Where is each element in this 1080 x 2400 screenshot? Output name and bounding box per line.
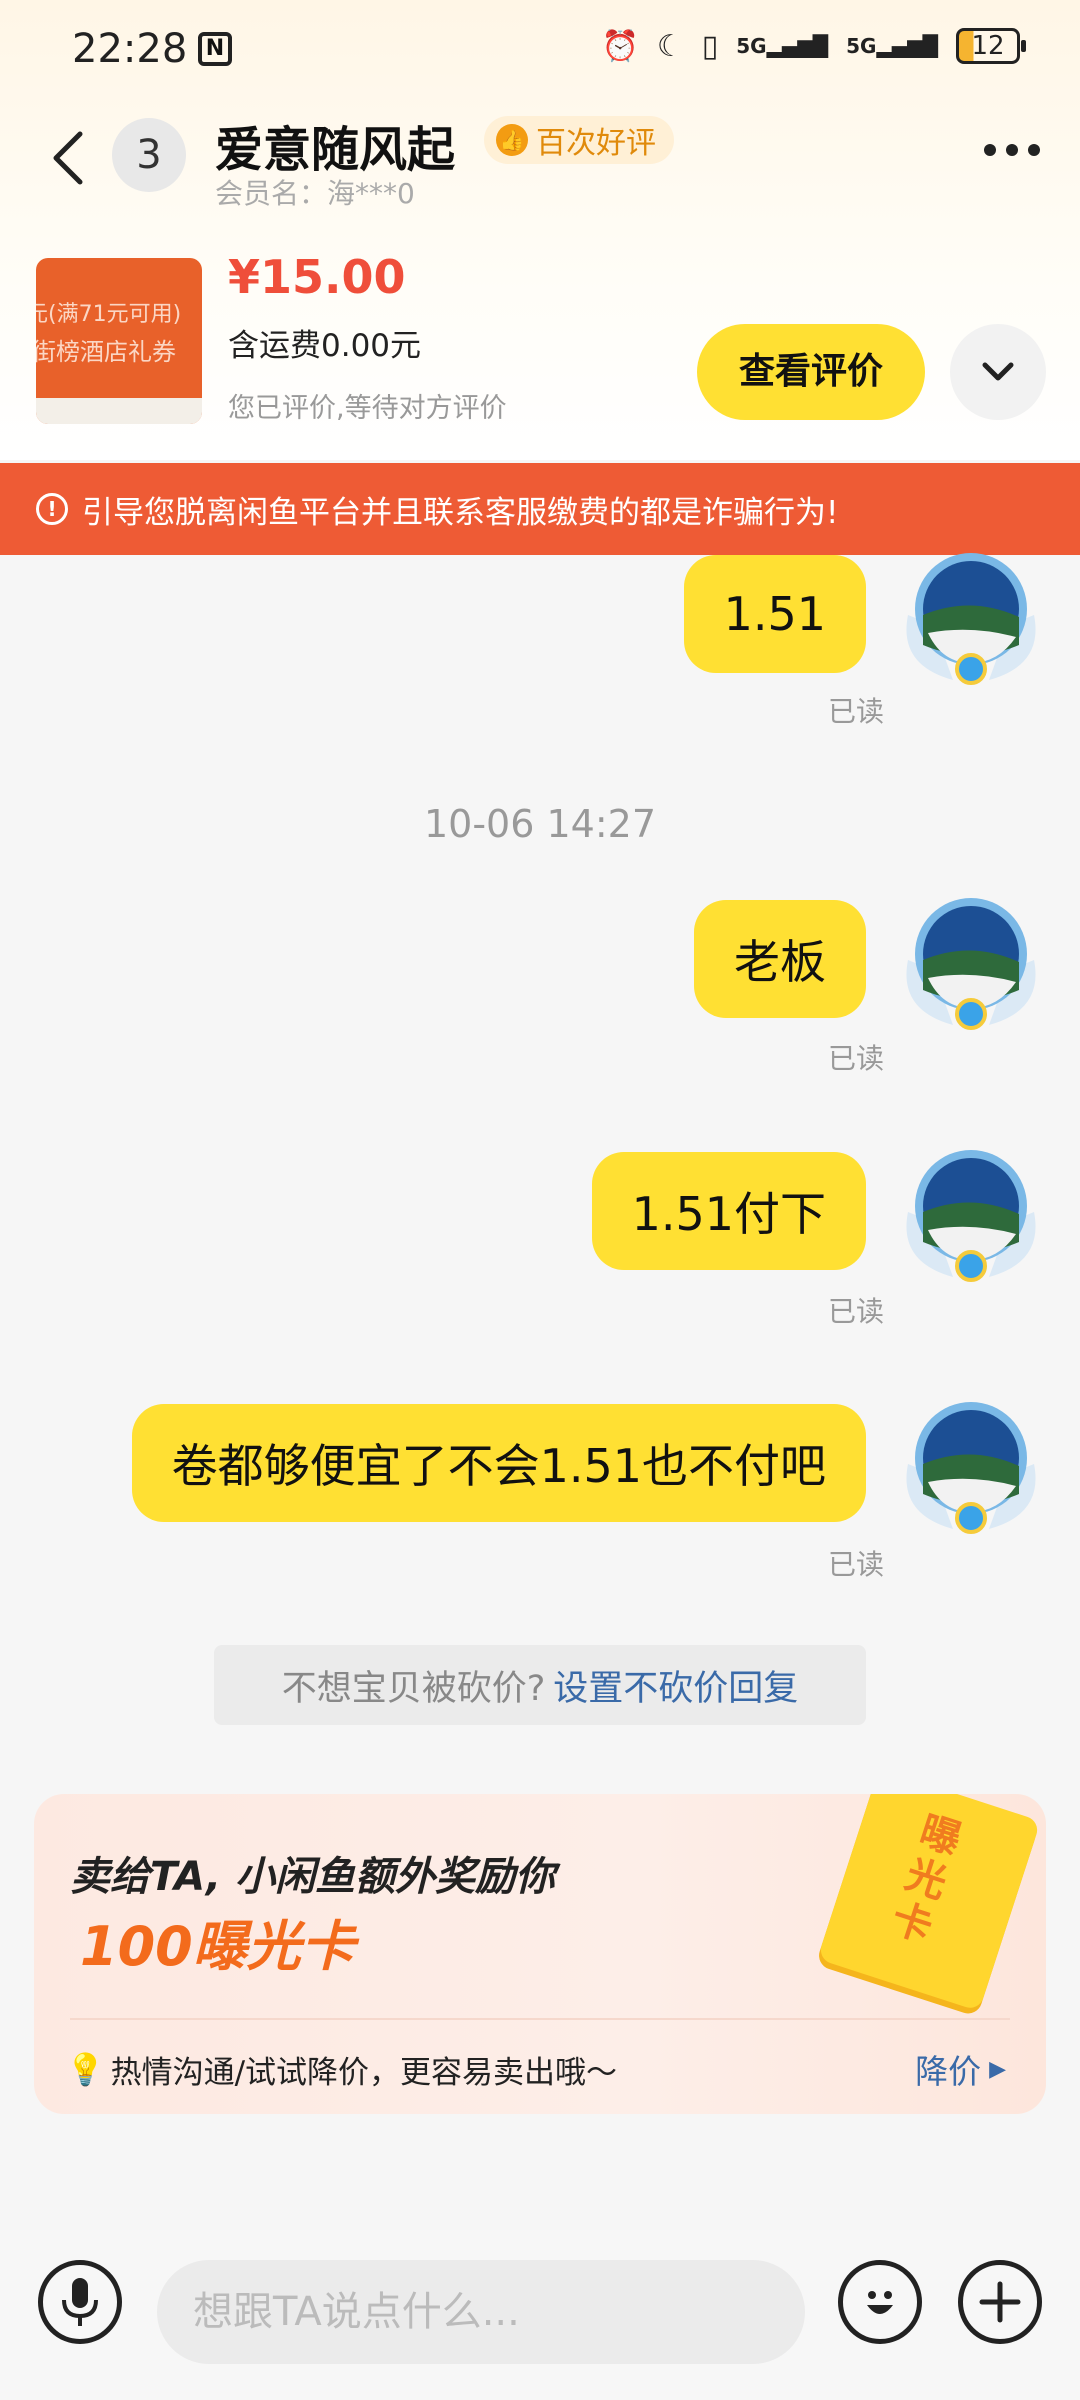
review-status: 您已评价,等待对方评价 bbox=[228, 393, 507, 424]
message-bubble[interactable]: 老板 bbox=[694, 900, 866, 1018]
message-input[interactable] bbox=[157, 2260, 805, 2364]
smiley-icon bbox=[867, 2291, 893, 2314]
product-card: 元(满71元可用) 街榜酒店礼券 ¥15.00 含运费0.00元 您已评价,等待… bbox=[0, 250, 1080, 430]
product-image[interactable]: 元(满71元可用) 街榜酒店礼券 bbox=[36, 258, 202, 424]
signal-2-icon: 5G▂▄▆█ bbox=[846, 34, 938, 58]
read-status: 已读 bbox=[827, 1042, 884, 1075]
message-bubble[interactable]: 卷都够便宜了不会1.51也不付吧 bbox=[131, 1404, 866, 1522]
microphone-icon bbox=[62, 2278, 98, 2326]
emoji-button[interactable] bbox=[838, 2260, 922, 2344]
message-timestamp: 10-06 14:27 bbox=[423, 802, 656, 846]
more-actions-button[interactable] bbox=[958, 2260, 1042, 2344]
avatar[interactable] bbox=[898, 1394, 1044, 1534]
more-options-button[interactable] bbox=[984, 144, 1040, 156]
alarm-icon: ⏰ bbox=[601, 28, 639, 64]
vibrate-icon: ▯ bbox=[701, 28, 719, 64]
contact-name[interactable]: 爱意随风起 bbox=[215, 110, 455, 180]
review-badge-label: 百次好评 bbox=[536, 126, 656, 161]
input-bar bbox=[0, 2230, 1080, 2400]
bargain-tip: 不想宝贝被砍价? 设置不砍价回复 bbox=[214, 1645, 866, 1725]
lower-price-button[interactable]: 降价 ▶ bbox=[915, 2034, 1006, 2104]
status-icons: ⏰ ☾ ▯ 5G▂▄▆█ 5G▂▄▆█ 12 bbox=[601, 28, 1026, 64]
avatar[interactable] bbox=[898, 1142, 1044, 1282]
divider bbox=[70, 2018, 1010, 2020]
exposure-card-ticket-icon: 曝光卡 bbox=[817, 1794, 1041, 2012]
plus-icon bbox=[979, 2281, 1021, 2323]
fraud-warning-text: 引导您脱离闲鱼平台并且联系客服缴费的都是诈骗行为! bbox=[82, 494, 839, 531]
avatar[interactable] bbox=[898, 545, 1044, 685]
thumbs-up-icon: 👍 bbox=[496, 124, 528, 156]
read-status: 已读 bbox=[827, 695, 884, 728]
fraud-warning-banner: ! 引导您脱离闲鱼平台并且联系客服缴费的都是诈骗行为! bbox=[0, 463, 1080, 555]
product-image-text-1: 元(满71元可用) bbox=[36, 302, 182, 327]
battery-icon: 12 bbox=[956, 28, 1026, 64]
message-bubble[interactable]: 1.51付下 bbox=[591, 1152, 866, 1270]
reward-hint-text: 热情沟通/试试降价，更容易卖出哦～ bbox=[110, 2054, 618, 2091]
chevron-left-icon bbox=[53, 131, 83, 185]
read-status: 已读 bbox=[827, 1548, 884, 1581]
product-price: ¥15.00 bbox=[228, 250, 406, 304]
expand-button[interactable] bbox=[950, 324, 1046, 420]
view-review-button[interactable]: 查看评价 bbox=[697, 324, 925, 420]
review-badge: 👍 百次好评 bbox=[484, 116, 674, 164]
warning-icon: ! bbox=[36, 493, 68, 525]
bargain-tip-text: 不想宝贝被砍价? bbox=[281, 1668, 546, 1709]
voice-button[interactable] bbox=[38, 2260, 122, 2344]
no-bargain-reply-link[interactable]: 设置不砍价回复 bbox=[553, 1660, 798, 1711]
shipping-fee: 含运费0.00元 bbox=[228, 328, 422, 364]
reward-hint: 💡 热情沟通/试试降价，更容易卖出哦～ bbox=[66, 2034, 617, 2104]
reward-card[interactable]: 卖给TA, 小闲鱼额外奖励你 100曝光卡 曝光卡 💡 热情沟通/试试降价，更容… bbox=[34, 1794, 1046, 2114]
status-bar: 22:28 N ⏰ ☾ ▯ 5G▂▄▆█ 5G▂▄▆█ 12 bbox=[0, 0, 1080, 100]
lower-price-label: 降价 bbox=[915, 2052, 982, 2091]
back-button[interactable] bbox=[46, 128, 96, 188]
avatar[interactable] bbox=[898, 890, 1044, 1030]
moon-icon: ☾ bbox=[656, 28, 684, 64]
message-bubble[interactable]: 1.51 bbox=[683, 555, 866, 673]
signal-1-icon: 5G▂▄▆█ bbox=[736, 34, 829, 58]
chat-header: 3 爱意随风起 👍 百次好评 会员名：海***0 bbox=[0, 100, 1080, 230]
reward-title: 卖给TA, 小闲鱼额外奖励你 bbox=[70, 1854, 555, 1900]
member-name: 会员名：海***0 bbox=[215, 177, 415, 210]
triangle-right-icon: ▶ bbox=[989, 2056, 1006, 2082]
reward-amount: 100曝光卡 bbox=[80, 1915, 355, 1978]
nfc-icon: N bbox=[198, 32, 232, 66]
product-image-text-2: 街榜酒店礼券 bbox=[36, 338, 176, 366]
chevron-down-icon bbox=[982, 362, 1014, 381]
unread-count-badge: 3 bbox=[112, 118, 186, 192]
read-status: 已读 bbox=[827, 1295, 884, 1328]
lightbulb-icon: 💡 bbox=[66, 2051, 105, 2088]
status-time: 22:28 bbox=[72, 26, 188, 72]
